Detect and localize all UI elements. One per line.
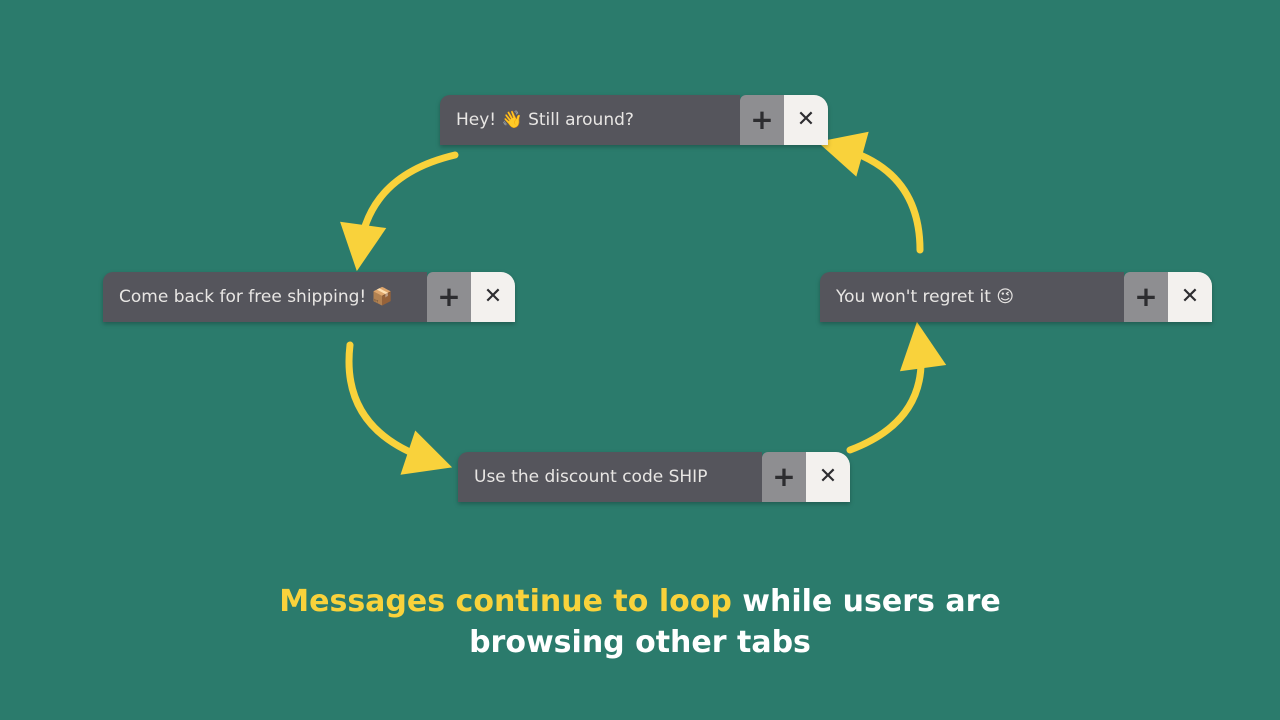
plus-icon[interactable]: +: [1124, 272, 1168, 322]
caption-highlight: Messages continue to loop: [279, 584, 732, 619]
plus-icon[interactable]: +: [740, 95, 784, 145]
plus-icon[interactable]: +: [762, 452, 806, 502]
caption: Messages continue to loop while users ar…: [0, 582, 1280, 663]
loop-card-left: Come back for free shipping! 📦 + ✕: [103, 272, 515, 322]
loop-card-top: Hey! 👋 Still around? + ✕: [440, 95, 828, 145]
close-icon[interactable]: ✕: [806, 452, 850, 502]
tab-title: You won't regret it 😉: [820, 272, 1124, 322]
tab-title: Come back for free shipping! 📦: [103, 272, 427, 322]
caption-text-b: browsing other tabs: [469, 625, 811, 660]
close-icon[interactable]: ✕: [784, 95, 828, 145]
close-icon[interactable]: ✕: [471, 272, 515, 322]
loop-card-bottom: Use the discount code SHIP + ✕: [458, 452, 850, 502]
close-icon[interactable]: ✕: [1168, 272, 1212, 322]
loop-card-right: You won't regret it 😉 + ✕: [820, 272, 1212, 322]
tab-title: Hey! 👋 Still around?: [440, 95, 740, 145]
plus-icon[interactable]: +: [427, 272, 471, 322]
caption-text-a: while users are: [732, 584, 1001, 619]
tab-title: Use the discount code SHIP: [458, 452, 762, 502]
